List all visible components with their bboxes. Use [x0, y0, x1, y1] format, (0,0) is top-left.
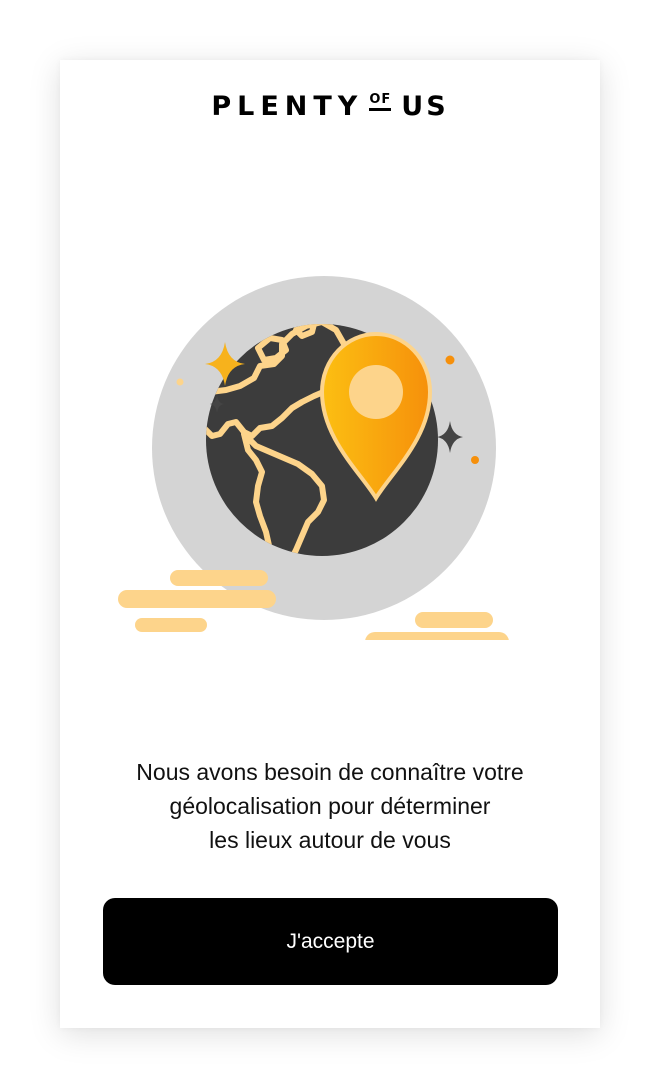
- accept-button[interactable]: J'accepte: [103, 898, 558, 985]
- globe-location-icon: [118, 276, 509, 640]
- dot-orange-1: [445, 355, 455, 365]
- logo-word-of: OF: [369, 93, 392, 111]
- cloud-left: [118, 570, 276, 632]
- brand-logo: PLENTY OF US: [60, 88, 600, 124]
- cloud-right: [365, 612, 509, 640]
- message-line-1: Nous avons besoin de connaître votre: [136, 759, 524, 785]
- logo-word-us: US: [401, 90, 449, 122]
- dot-yellow: [176, 378, 184, 386]
- message-line-3: les lieux autour de vous: [209, 827, 451, 853]
- message-line-2: géolocalisation pour déterminer: [169, 793, 491, 819]
- location-pin-dot: [349, 365, 403, 419]
- dot-orange-2: [471, 456, 479, 464]
- logo-word-plenty: PLENTY: [211, 90, 364, 122]
- permission-message: Nous avons besoin de connaître votre géo…: [80, 755, 580, 857]
- permission-card: PLENTY OF US Nous avons besoin de connaî…: [60, 60, 600, 1028]
